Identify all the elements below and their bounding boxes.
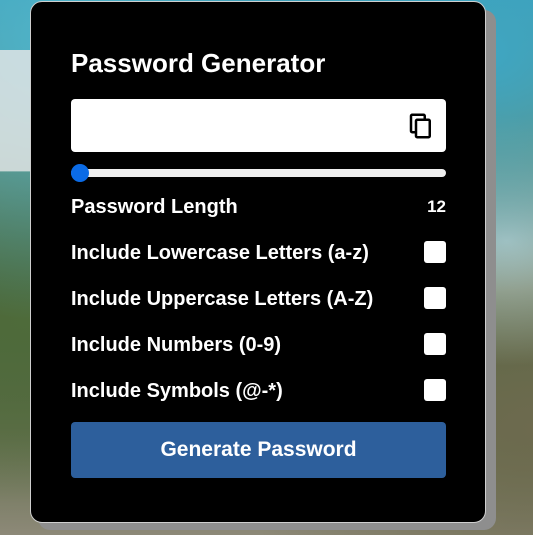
length-slider[interactable] bbox=[71, 164, 446, 182]
symbols-checkbox[interactable] bbox=[424, 379, 446, 401]
numbers-checkbox[interactable] bbox=[424, 333, 446, 355]
length-slider-thumb[interactable] bbox=[71, 164, 89, 182]
password-output[interactable] bbox=[71, 99, 391, 152]
page-title: Password Generator bbox=[71, 48, 326, 78]
password-field bbox=[71, 99, 446, 152]
uppercase-checkbox[interactable] bbox=[424, 287, 446, 309]
option-numbers[interactable]: Include Numbers (0-9) bbox=[71, 329, 446, 359]
password-length-value: 12 bbox=[427, 197, 446, 216]
option-symbols-label: Include Symbols (@-*) bbox=[71, 380, 283, 402]
option-symbols[interactable]: Include Symbols (@-*) bbox=[71, 375, 446, 405]
option-lowercase-label: Include Lowercase Letters (a-z) bbox=[71, 242, 369, 264]
lowercase-checkbox[interactable] bbox=[424, 241, 446, 263]
copy-icon[interactable] bbox=[406, 111, 436, 141]
password-generator-card: Password Generator Password Length 12 In… bbox=[30, 1, 486, 523]
option-lowercase[interactable]: Include Lowercase Letters (a-z) bbox=[71, 237, 446, 267]
option-uppercase[interactable]: Include Uppercase Letters (A-Z) bbox=[71, 283, 446, 313]
option-numbers-label: Include Numbers (0-9) bbox=[71, 334, 282, 356]
password-length-label: Password Length bbox=[71, 196, 238, 218]
password-length-row: Password Length 12 bbox=[71, 191, 446, 221]
generate-password-button[interactable]: Generate Password bbox=[71, 422, 446, 478]
option-uppercase-label: Include Uppercase Letters (A-Z) bbox=[71, 288, 374, 310]
